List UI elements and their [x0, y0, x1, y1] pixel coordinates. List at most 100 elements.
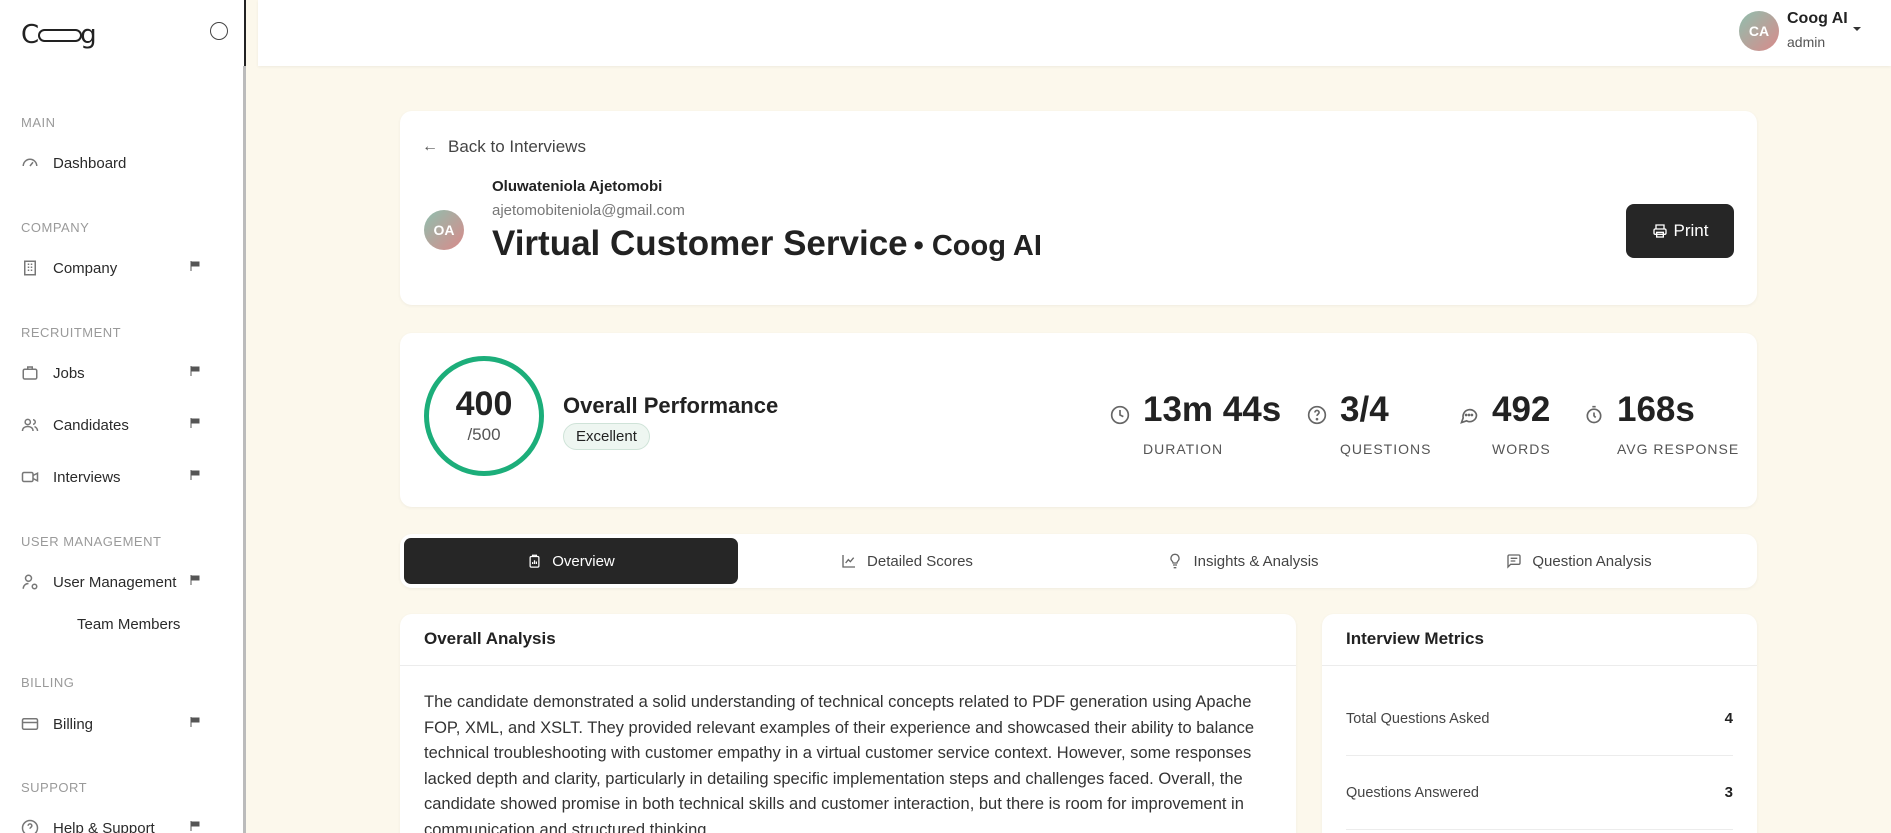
arrow-left-icon: ← [422, 138, 438, 155]
sidebar-item-label: Help & Support [53, 819, 155, 833]
expand-flag-icon [190, 261, 200, 271]
metric-row: Questions Answered 3 [1346, 756, 1733, 830]
performance-title: Overall Performance [563, 393, 779, 418]
section-main: MAIN [21, 115, 56, 130]
interview-metrics-card: Interview Metrics Total Questions Asked … [1322, 614, 1757, 833]
building-icon [21, 259, 39, 277]
job-title-text: Virtual Customer Service [492, 224, 908, 263]
performance-card: 400 /500 Overall Performance Excellent 1… [400, 333, 1757, 507]
line-chart-icon [842, 555, 856, 568]
lightbulb-icon [1170, 553, 1181, 569]
sidebar-item-company[interactable]: Company [21, 255, 206, 281]
tab-label: Insights & Analysis [1193, 552, 1319, 570]
user-role: admin [1787, 34, 1826, 50]
coog-logo[interactable]: Cg [21, 20, 98, 50]
sidebar-item-label: Candidates [53, 416, 129, 434]
sidebar-item-label: Dashboard [53, 154, 127, 172]
score-value: 400 [455, 385, 513, 423]
tab-question-analysis[interactable]: Question Analysis [1412, 538, 1746, 584]
back-to-interviews-link[interactable]: ← Back to Interviews [422, 137, 586, 157]
metric-value: 3/4 [1340, 390, 1389, 429]
metric-value: 168s [1617, 390, 1695, 429]
score-ring: 400 /500 [424, 356, 544, 476]
overall-analysis-card: Overall Analysis The candidate demonstra… [400, 614, 1296, 833]
tab-label: Overview [552, 552, 615, 570]
clipboard-icon [529, 554, 540, 568]
sidebar-subitem-team-members[interactable]: Team Members [77, 616, 180, 633]
top-bar [258, 0, 1891, 66]
interview-header-card: ← Back to Interviews OA Oluwateniola Aje… [400, 111, 1757, 305]
chat-icon [1460, 408, 1478, 424]
sidebar-item-user-management[interactable]: User Management [21, 569, 206, 595]
question-icon [1307, 405, 1327, 425]
expand-flag-icon [190, 470, 200, 480]
dashboard-icon [21, 154, 39, 172]
section-recruitment: RECRUITMENT [21, 325, 122, 340]
metric-label: DURATION [1143, 441, 1224, 457]
help-icon [21, 819, 39, 833]
expand-flag-icon [190, 575, 200, 585]
metric-label: AVG RESPONSE [1617, 441, 1740, 457]
metric-value: 492 [1492, 390, 1551, 429]
sidebar-item-candidates[interactable]: Candidates [21, 412, 206, 438]
metric-row-value: 3 [1724, 784, 1733, 801]
company-name: • Coog AI [913, 230, 1042, 262]
metric-value: 13m 44s [1143, 390, 1282, 429]
user-cog-icon [21, 573, 39, 591]
tab-overview[interactable]: Overview [404, 538, 738, 584]
tabs-bar: Overview Detailed Scores Insights & Anal… [400, 534, 1757, 588]
chevron-down-icon[interactable] [1853, 27, 1861, 31]
candidate-name: Oluwateniola Ajetomobi [492, 178, 663, 195]
metric-label: QUESTIONS [1340, 441, 1432, 457]
section-billing: BILLING [21, 675, 75, 690]
video-icon [21, 468, 39, 486]
expand-flag-icon [190, 821, 200, 831]
interview-metrics-title: Interview Metrics [1322, 614, 1757, 666]
sidebar-scrollbar[interactable] [243, 66, 246, 833]
sidebar-item-help-support[interactable]: Help & Support [21, 815, 206, 833]
sidebar-item-label: Company [53, 259, 118, 277]
overall-analysis-text: The candidate demonstrated a solid under… [424, 693, 1255, 833]
print-button-label: Print [1673, 221, 1709, 240]
sidebar: Cg MAIN Dashboard COMPANY Company RECRUI… [0, 0, 246, 833]
back-link-label: Back to Interviews [448, 137, 586, 156]
users-icon [21, 416, 39, 434]
sidebar-item-jobs[interactable]: Jobs [21, 360, 206, 386]
overall-analysis-title: Overall Analysis [400, 614, 1296, 666]
section-user-management: USER MANAGEMENT [21, 534, 162, 549]
sidebar-item-label: Billing [53, 715, 94, 733]
section-company: COMPANY [21, 220, 90, 235]
printer-icon [1652, 224, 1667, 238]
expand-flag-icon [190, 418, 200, 428]
section-support: SUPPORT [21, 780, 88, 795]
user-name: Coog AI [1787, 10, 1848, 27]
expand-flag-icon [190, 717, 200, 727]
sidebar-item-interviews[interactable]: Interviews [21, 464, 206, 490]
candidate-email: ajetomobiteniola@gmail.com [492, 202, 685, 219]
performance-badge: Excellent [563, 423, 650, 450]
job-title: Virtual Customer Service • Coog AI [492, 224, 1042, 264]
timer-icon [1586, 405, 1602, 424]
user-menu[interactable]: Coog AI admin [1787, 10, 1848, 50]
metric-row-label: Questions Answered [1346, 784, 1479, 801]
sidebar-item-label: Interviews [53, 468, 121, 486]
print-button[interactable]: Print [1626, 204, 1734, 258]
sidebar-item-dashboard[interactable]: Dashboard [21, 150, 206, 176]
clock-icon [1110, 405, 1130, 425]
metric-row-label: Total Questions Asked [1346, 710, 1490, 727]
score-max: /500 [467, 425, 501, 444]
candidate-avatar: OA [424, 210, 464, 250]
sidebar-item-label: User Management [53, 573, 177, 591]
tab-label: Question Analysis [1532, 552, 1652, 570]
tab-insights-analysis[interactable]: Insights & Analysis [1076, 538, 1410, 584]
credit-card-icon [21, 715, 39, 733]
sidebar-item-billing[interactable]: Billing [21, 711, 206, 737]
user-avatar[interactable]: CA [1739, 11, 1779, 51]
message-square-icon [1507, 554, 1522, 569]
sidebar-item-label: Jobs [53, 364, 85, 382]
tab-detailed-scores[interactable]: Detailed Scores [740, 538, 1074, 584]
sidebar-toggle-button[interactable] [210, 22, 228, 40]
expand-flag-icon [190, 366, 200, 376]
metric-row-value: 4 [1724, 710, 1733, 727]
briefcase-icon [21, 364, 39, 382]
